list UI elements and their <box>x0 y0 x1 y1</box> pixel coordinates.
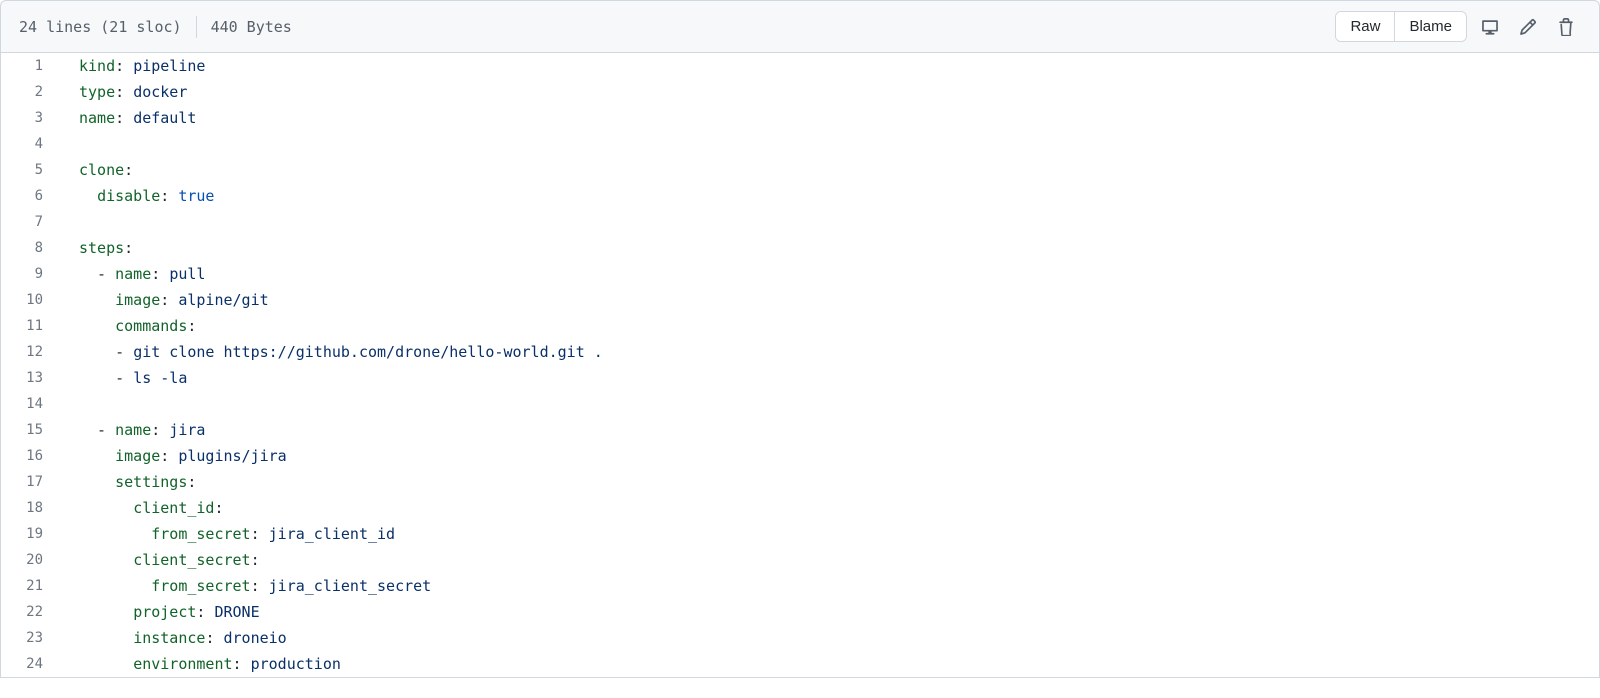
line-number[interactable]: 20 <box>1 547 61 573</box>
line-number[interactable]: 3 <box>1 105 61 131</box>
view-mode-group: Raw Blame <box>1335 11 1467 42</box>
line-content: commands: <box>61 313 1599 339</box>
line-number[interactable]: 11 <box>1 313 61 339</box>
line-number[interactable]: 4 <box>1 131 61 157</box>
code-line: 24 environment: production <box>1 651 1599 677</box>
code-line: 16 image: plugins/jira <box>1 443 1599 469</box>
code-line: 14 <box>1 391 1599 417</box>
line-content: - name: pull <box>61 261 1599 287</box>
line-content: from_secret: jira_client_secret <box>61 573 1599 599</box>
code-line: 23 instance: droneio <box>1 625 1599 651</box>
line-content <box>61 131 1599 157</box>
code-line: 18 client_id: <box>1 495 1599 521</box>
code-line: 9 - name: pull <box>1 261 1599 287</box>
info-divider <box>196 16 197 38</box>
line-content: - ls -la <box>61 365 1599 391</box>
edit-icon[interactable] <box>1513 12 1543 42</box>
lines-count: 24 lines (21 sloc) <box>19 18 182 36</box>
code-line: 11 commands: <box>1 313 1599 339</box>
raw-button[interactable]: Raw <box>1336 12 1395 41</box>
line-number[interactable]: 8 <box>1 235 61 261</box>
line-number[interactable]: 10 <box>1 287 61 313</box>
line-content: type: docker <box>61 79 1599 105</box>
code-line: 2type: docker <box>1 79 1599 105</box>
line-content <box>61 391 1599 417</box>
line-content: client_secret: <box>61 547 1599 573</box>
code-line: 7 <box>1 209 1599 235</box>
code-line: 12 - git clone https://github.com/drone/… <box>1 339 1599 365</box>
line-content: disable: true <box>61 183 1599 209</box>
line-content: image: plugins/jira <box>61 443 1599 469</box>
line-content: project: DRONE <box>61 599 1599 625</box>
file-size: 440 Bytes <box>211 18 292 36</box>
line-number[interactable]: 21 <box>1 573 61 599</box>
line-content: from_secret: jira_client_id <box>61 521 1599 547</box>
line-number[interactable]: 15 <box>1 417 61 443</box>
line-content: instance: droneio <box>61 625 1599 651</box>
line-number[interactable]: 2 <box>1 79 61 105</box>
line-content: settings: <box>61 469 1599 495</box>
blame-button[interactable]: Blame <box>1395 12 1466 41</box>
code-line: 10 image: alpine/git <box>1 287 1599 313</box>
line-number[interactable]: 6 <box>1 183 61 209</box>
line-content: - name: jira <box>61 417 1599 443</box>
file-info: 24 lines (21 sloc) 440 Bytes <box>19 16 292 38</box>
line-number[interactable]: 18 <box>1 495 61 521</box>
line-content: clone: <box>61 157 1599 183</box>
code-line: 6 disable: true <box>1 183 1599 209</box>
line-content: steps: <box>61 235 1599 261</box>
line-number[interactable]: 19 <box>1 521 61 547</box>
delete-icon[interactable] <box>1551 12 1581 42</box>
line-content <box>61 209 1599 235</box>
code-line: 13 - ls -la <box>1 365 1599 391</box>
desktop-icon[interactable] <box>1475 12 1505 42</box>
code-line: 22 project: DRONE <box>1 599 1599 625</box>
line-content: environment: production <box>61 651 1599 677</box>
line-number[interactable]: 7 <box>1 209 61 235</box>
line-content: client_id: <box>61 495 1599 521</box>
line-number[interactable]: 9 <box>1 261 61 287</box>
code-line: 17 settings: <box>1 469 1599 495</box>
code-line: 19 from_secret: jira_client_id <box>1 521 1599 547</box>
line-number[interactable]: 24 <box>1 651 61 677</box>
line-number[interactable]: 17 <box>1 469 61 495</box>
line-number[interactable]: 13 <box>1 365 61 391</box>
line-content: kind: pipeline <box>61 53 1599 79</box>
file-header: 24 lines (21 sloc) 440 Bytes Raw Blame <box>0 0 1600 53</box>
code-line: 5clone: <box>1 157 1599 183</box>
code-line: 4 <box>1 131 1599 157</box>
code-line: 21 from_secret: jira_client_secret <box>1 573 1599 599</box>
file-actions: Raw Blame <box>1335 11 1581 42</box>
code-line: 3name: default <box>1 105 1599 131</box>
line-number[interactable]: 16 <box>1 443 61 469</box>
line-content: image: alpine/git <box>61 287 1599 313</box>
code-line: 1kind: pipeline <box>1 53 1599 79</box>
code-line: 15 - name: jira <box>1 417 1599 443</box>
line-number[interactable]: 23 <box>1 625 61 651</box>
code-table: 1kind: pipeline2type: docker3name: defau… <box>1 53 1599 677</box>
code-line: 8steps: <box>1 235 1599 261</box>
line-content: name: default <box>61 105 1599 131</box>
line-number[interactable]: 12 <box>1 339 61 365</box>
line-number[interactable]: 14 <box>1 391 61 417</box>
code-line: 20 client_secret: <box>1 547 1599 573</box>
code-viewer: 1kind: pipeline2type: docker3name: defau… <box>0 53 1600 678</box>
line-number[interactable]: 1 <box>1 53 61 79</box>
line-number[interactable]: 22 <box>1 599 61 625</box>
line-content: - git clone https://github.com/drone/hel… <box>61 339 1599 365</box>
line-number[interactable]: 5 <box>1 157 61 183</box>
